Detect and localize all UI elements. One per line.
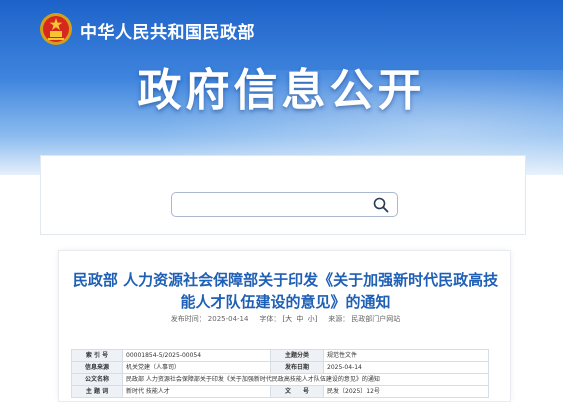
info-value: 规范性文件 bbox=[323, 349, 489, 362]
info-value: 机关党建（人事司） bbox=[122, 361, 271, 374]
table-row: 索 引 号 00001854-5/2025-00054 主题分类 规范性文件 bbox=[71, 349, 489, 362]
font-size-small-link[interactable]: 小] bbox=[308, 315, 318, 323]
info-label: 主 题 词 bbox=[71, 385, 123, 398]
source-value: 民政部门户网站 bbox=[351, 315, 401, 323]
info-label: 公文名称 bbox=[71, 373, 123, 386]
ministry-name[interactable]: 中华人民共和国民政部 bbox=[80, 18, 255, 43]
publish-label: 发布时间： bbox=[170, 315, 206, 323]
info-value: 民发〔2025〕12号 bbox=[323, 385, 489, 398]
national-emblem-icon bbox=[40, 13, 72, 45]
search-input[interactable] bbox=[180, 196, 360, 214]
font-size-large-link[interactable]: [大 bbox=[282, 315, 292, 323]
info-label: 索 引 号 bbox=[71, 349, 123, 362]
search-panel bbox=[40, 155, 526, 235]
table-row: 公文名称 民政部 人力资源社会保障部关于印发《关于加强新时代民政高技能人才队伍建… bbox=[71, 373, 489, 386]
site-header: 中华人民共和国民政部 政府信息公开 bbox=[0, 0, 563, 175]
search-icon[interactable] bbox=[373, 197, 389, 213]
font-size-label: 字体： bbox=[259, 315, 281, 323]
info-label: 文 号 bbox=[270, 385, 324, 398]
source-label: 来源： bbox=[328, 315, 350, 323]
article-card: 民政部 人力资源社会保障部关于印发《关于加强新时代民政高技能人才队伍建设的意见》… bbox=[58, 250, 511, 402]
info-value: 2025-04-14 bbox=[323, 361, 489, 374]
font-size-medium-link[interactable]: 中 bbox=[296, 315, 303, 323]
article-meta: 发布时间： 2025-04-14 字体： [大 中 小] 来源： 民政部门户网站 bbox=[59, 314, 512, 324]
article-title: 民政部 人力资源社会保障部关于印发《关于加强新时代民政高技能人才队伍建设的意见》… bbox=[72, 271, 499, 311]
info-table: 索 引 号 00001854-5/2025-00054 主题分类 规范性文件 信… bbox=[71, 349, 489, 398]
info-label: 发布日期 bbox=[270, 361, 324, 374]
table-row: 信息来源 机关党建（人事司） 发布日期 2025-04-14 bbox=[71, 361, 489, 374]
portal-title: 政府信息公开 bbox=[137, 65, 426, 116]
search-box[interactable] bbox=[171, 192, 398, 217]
info-label: 主题分类 bbox=[270, 349, 324, 362]
info-label: 信息来源 bbox=[71, 361, 123, 374]
info-value: 民政部 人力资源社会保障部关于印发《关于加强新时代民政高技能人才队伍建设的意见》… bbox=[122, 373, 489, 386]
info-value: 新时代 技能人才 bbox=[122, 385, 271, 398]
info-value: 00001854-5/2025-00054 bbox=[122, 349, 271, 362]
publish-date: 2025-04-14 bbox=[207, 315, 249, 323]
table-row: 主 题 词 新时代 技能人才 文 号 民发〔2025〕12号 bbox=[71, 385, 489, 398]
